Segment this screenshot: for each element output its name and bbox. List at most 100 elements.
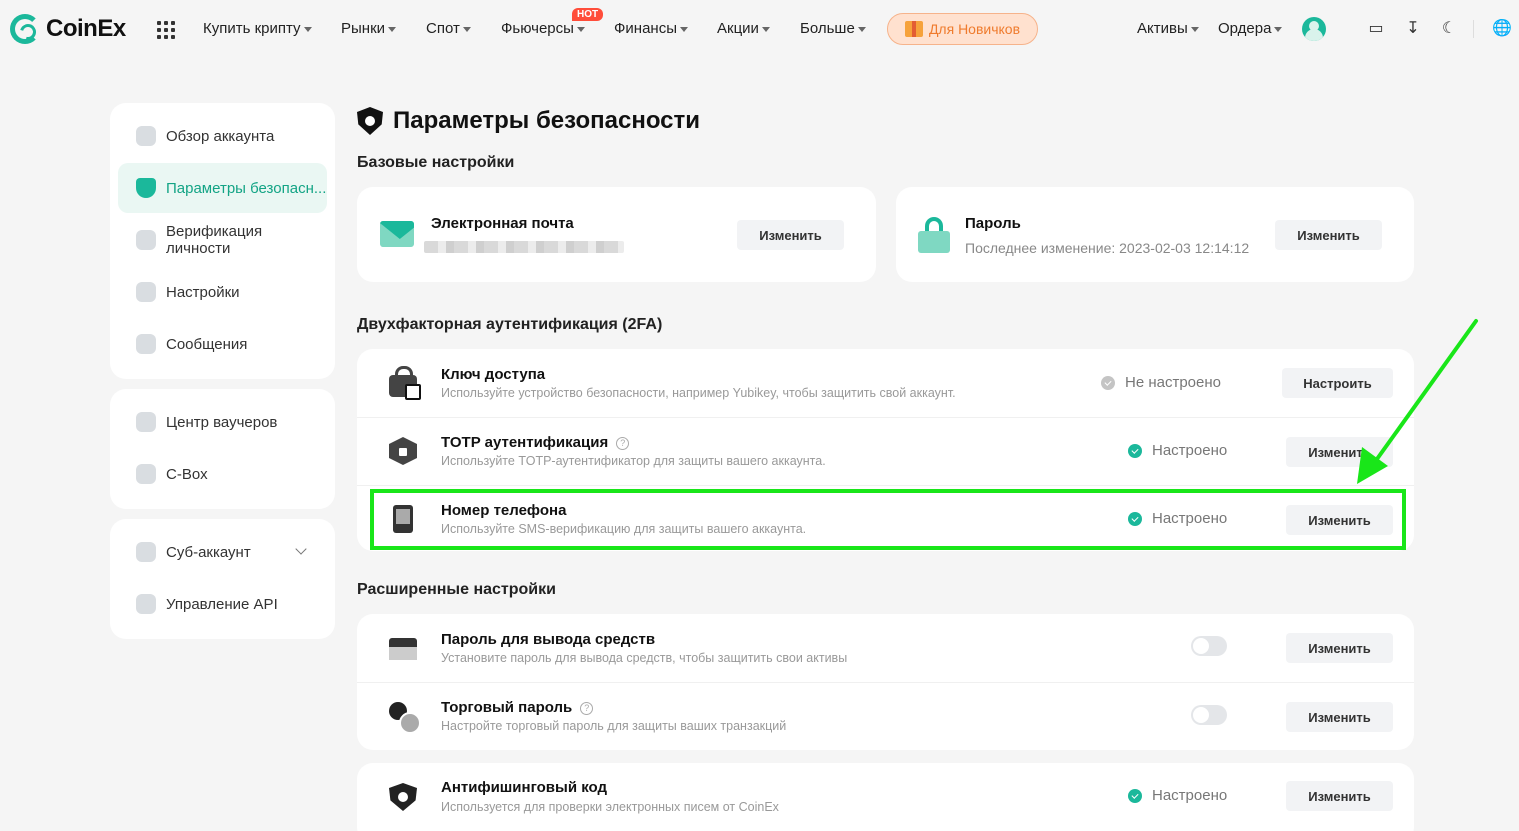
passkey-lock-icon xyxy=(389,366,421,400)
advanced-row-withdraw-password: Пароль для вывода средств Установите пар… xyxy=(357,614,1414,682)
status-check-icon xyxy=(1128,443,1142,458)
passkey-desc: Используйте устройство безопасности, нап… xyxy=(441,386,956,400)
coinex-logo[interactable]: CoinEx xyxy=(10,14,126,44)
withdraw-password-desc: Установите пароль для вывода средств, чт… xyxy=(441,651,848,665)
voucher-icon xyxy=(136,412,156,432)
totp-status: Настроено xyxy=(1128,442,1227,459)
antiphishing-title: Антифишинговый код xyxy=(441,779,608,796)
lock-icon xyxy=(918,217,950,253)
caret-down-icon xyxy=(462,26,471,32)
twofa-title: Двухфакторная аутентификация (2FA) xyxy=(357,316,663,333)
change-trade-password-button[interactable]: Изменить xyxy=(1286,702,1393,732)
email-title: Электронная почта xyxy=(431,215,574,232)
api-icon xyxy=(136,594,156,614)
shield-icon xyxy=(357,107,383,135)
nav-orders[interactable]: Ордера xyxy=(1218,20,1283,37)
sidebar-item-verification[interactable]: Верификация личности xyxy=(118,215,327,265)
twofa-row-passkey: Ключ доступа Используйте устройство безо… xyxy=(357,349,1414,417)
passkey-title: Ключ доступа xyxy=(441,366,546,383)
id-card-icon xyxy=(136,230,156,250)
message-icon xyxy=(136,334,156,354)
chat-icon[interactable]: ▭ xyxy=(1367,20,1385,38)
advanced-title: Расширенные настройки xyxy=(357,581,556,598)
change-email-button[interactable]: Изменить xyxy=(737,220,844,250)
caret-down-icon xyxy=(857,26,866,32)
status-check-icon xyxy=(1128,788,1142,803)
antiphishing-card: Антифишинговый код Используется для пров… xyxy=(357,763,1414,831)
caret-down-icon xyxy=(388,26,397,32)
chevron-down-icon xyxy=(295,543,307,555)
apps-grid-icon[interactable] xyxy=(157,21,175,39)
antiphishing-row: Антифишинговый код Используется для пров… xyxy=(357,763,1414,831)
sidebar-item-api[interactable]: Управление API xyxy=(118,579,327,629)
user-avatar[interactable] xyxy=(1302,17,1326,41)
mail-icon xyxy=(380,221,414,247)
nav-futures[interactable]: Фьючерсы xyxy=(501,20,585,37)
hot-badge: HOT xyxy=(572,8,604,21)
gift-icon xyxy=(904,21,923,37)
coinex-logo-icon xyxy=(10,14,40,44)
nav-divider xyxy=(1473,20,1474,38)
caret-down-icon xyxy=(1190,26,1199,32)
sidebar-account-group: Обзор аккаунта Параметры безопасн... Вер… xyxy=(110,103,335,379)
download-icon[interactable]: ↧ xyxy=(1404,20,1422,38)
sidebar-dev-group: Суб-аккаунт Управление API xyxy=(110,519,335,639)
change-withdraw-password-button[interactable]: Изменить xyxy=(1286,633,1393,663)
change-totp-button[interactable]: Изменить xyxy=(1286,437,1393,467)
totp-lock-icon xyxy=(389,437,417,465)
box-icon xyxy=(136,464,156,484)
nav-more[interactable]: Больше xyxy=(800,20,866,37)
basic-settings-title: Базовые настройки xyxy=(357,154,515,171)
passkey-status: Не настроено xyxy=(1101,374,1221,391)
sidebar-item-overview[interactable]: Обзор аккаунта xyxy=(118,111,327,161)
sidebar-item-settings[interactable]: Настройки xyxy=(118,267,327,317)
change-password-button[interactable]: Изменить xyxy=(1275,220,1382,250)
twofa-row-totp: TOTP аутентификация? Используйте TOTP-ау… xyxy=(357,417,1414,485)
caret-down-icon xyxy=(303,26,312,32)
trade-password-desc: Настройте торговый пароль для защиты ваш… xyxy=(441,719,787,733)
coins-icon xyxy=(389,702,421,734)
totp-desc: Используйте TOTP-аутентификатор для защи… xyxy=(441,454,826,468)
trade-password-title: Торговый пароль? xyxy=(441,699,594,716)
newbie-button[interactable]: Для Новичков xyxy=(887,13,1038,45)
newbie-label: Для Новичков xyxy=(928,21,1021,37)
sidebar-item-vouchers[interactable]: Центр ваучеров xyxy=(118,397,327,447)
trade-password-toggle[interactable] xyxy=(1191,705,1227,725)
sidebar-item-security[interactable]: Параметры безопасн... xyxy=(118,163,327,213)
sidebar-item-messages[interactable]: Сообщения xyxy=(118,319,327,369)
status-check-icon xyxy=(1101,375,1115,390)
pie-chart-icon xyxy=(136,126,156,146)
withdraw-password-toggle[interactable] xyxy=(1191,636,1227,656)
change-antiphishing-button[interactable]: Изменить xyxy=(1286,781,1393,811)
sidebar-item-subaccount[interactable]: Суб-аккаунт xyxy=(118,527,327,577)
help-icon[interactable]: ? xyxy=(616,437,630,450)
moon-icon[interactable]: ☾ xyxy=(1440,20,1458,38)
totp-title: TOTP аутентификация? xyxy=(441,434,630,451)
annotation-highlight-box xyxy=(370,489,1406,550)
nav-spot[interactable]: Спот xyxy=(426,20,471,37)
credit-card-icon xyxy=(389,638,417,660)
help-icon[interactable]: ? xyxy=(580,702,594,715)
caret-down-icon xyxy=(576,26,585,32)
sidebar-item-cbox[interactable]: C-Box xyxy=(118,449,327,499)
nav-stocks[interactable]: Акции xyxy=(717,20,770,37)
antiphishing-status: Настроено xyxy=(1128,787,1227,804)
nav-finance[interactable]: Финансы xyxy=(614,20,688,37)
globe-icon[interactable]: 🌐 xyxy=(1492,20,1512,38)
advanced-card: Пароль для вывода средств Установите пар… xyxy=(357,614,1414,750)
subaccount-icon xyxy=(136,542,156,562)
nav-assets[interactable]: Активы xyxy=(1137,20,1199,37)
nav-markets[interactable]: Рынки xyxy=(341,20,397,37)
shield-icon xyxy=(136,178,156,198)
shield-icon xyxy=(389,783,417,811)
gear-icon xyxy=(136,282,156,302)
sidebar-rewards-group: Центр ваучеров C-Box xyxy=(110,389,335,509)
caret-down-icon xyxy=(679,26,688,32)
password-last-changed: Последнее изменение: 2023-02-03 12:14:12 xyxy=(965,240,1250,256)
setup-passkey-button[interactable]: Настроить xyxy=(1282,368,1393,398)
caret-down-icon xyxy=(1274,26,1283,32)
brand-name: CoinEx xyxy=(46,15,126,42)
nav-buy-crypto[interactable]: Купить крипту xyxy=(203,20,312,37)
password-title: Пароль xyxy=(965,215,1021,232)
antiphishing-desc: Используется для проверки электронных пи… xyxy=(441,800,779,814)
